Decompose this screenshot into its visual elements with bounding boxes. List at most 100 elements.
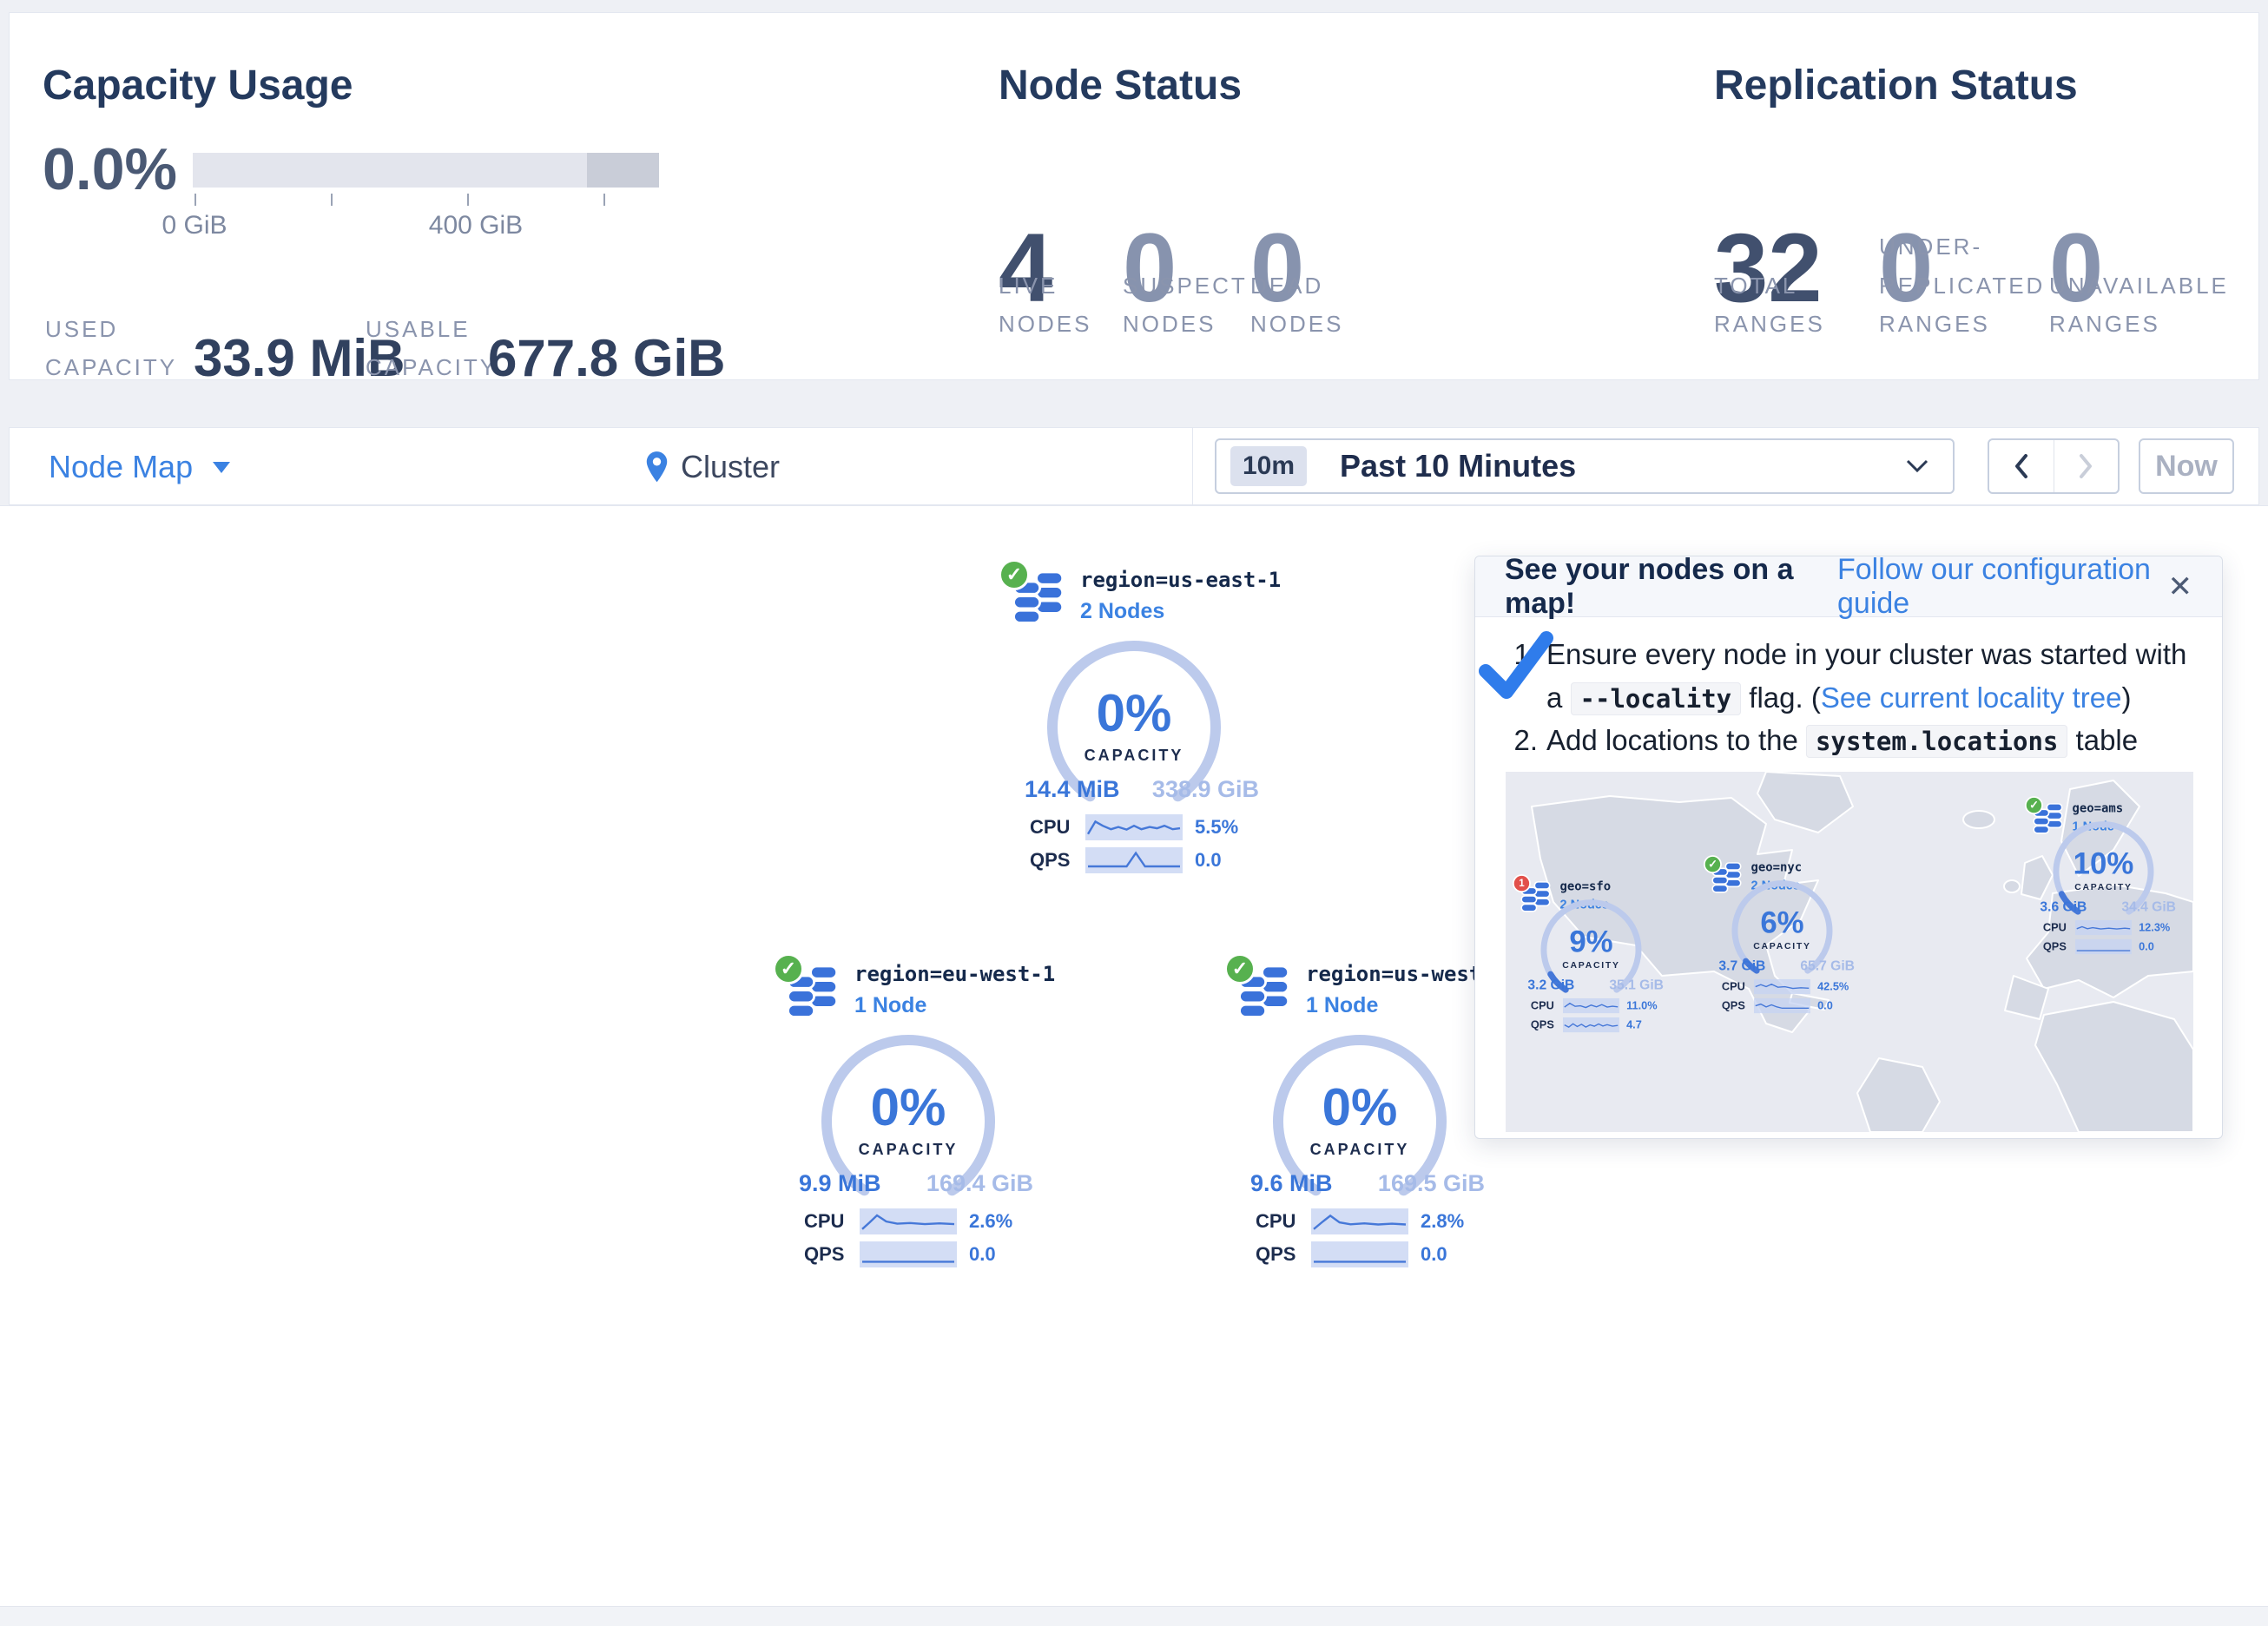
- region-node-card[interactable]: ✓ region=eu-west-1 1 Node 0% CAPACITY 9.…: [773, 951, 1120, 1281]
- breadcrumb-label: Cluster: [681, 449, 780, 485]
- region-node-card[interactable]: 1 geo=sfo 2 Nodes 9% CAPACITY 3.2 GiB 35…: [1513, 873, 1714, 1064]
- capacity-values: 3.7 GiB 65.7 GiB: [1718, 958, 1855, 973]
- qps-row: QPS 0.0: [804, 1241, 996, 1267]
- cpu-sparkline: [1563, 998, 1619, 1013]
- cpu-sparkline: [1311, 1208, 1408, 1234]
- used-value: 3.6 GiB: [2040, 899, 2087, 914]
- qps-label: QPS: [1030, 849, 1073, 872]
- capacity-values: 9.9 MiB 169.4 GiB: [799, 1170, 1033, 1197]
- qps-sparkline: [2075, 939, 2132, 954]
- cpu-row: CPU 11.0%: [1531, 998, 1658, 1013]
- popup-header: See your nodes on a map! Follow our conf…: [1475, 556, 2222, 617]
- qps-row: QPS 0.0: [2043, 939, 2154, 954]
- qps-sparkline: [860, 1241, 957, 1267]
- cpu-value: 12.3%: [2139, 921, 2170, 934]
- capacity-label: CAPACITY: [804, 1141, 1012, 1159]
- capacity-usage-title: Capacity Usage: [43, 62, 353, 109]
- axis-tick-label: 0 GiB: [125, 211, 264, 240]
- usable-value: 35.1 GiB: [1609, 977, 1664, 992]
- time-range-badge: 10m: [1230, 446, 1307, 486]
- close-icon[interactable]: ✕: [2168, 569, 2193, 604]
- cpu-label: CPU: [1722, 980, 1747, 993]
- node-locality-label: geo=sfo: [1560, 879, 1612, 893]
- qps-sparkline: [1085, 847, 1183, 873]
- cpu-value: 5.5%: [1195, 816, 1238, 839]
- cpu-sparkline: [860, 1208, 957, 1234]
- node-count-link[interactable]: 2 Nodes: [1080, 599, 1164, 624]
- qps-value: 0.0: [1421, 1243, 1447, 1266]
- node-locality-label: region=us-east-1: [1080, 568, 1281, 592]
- cpu-value: 11.0%: [1626, 999, 1657, 1012]
- under-replicated-label: UNDER-REPLICATED RANGES: [1879, 227, 2040, 343]
- cpu-label: CPU: [804, 1210, 847, 1233]
- view-selector-label: Node Map: [49, 449, 193, 485]
- cpu-value: 2.8%: [1421, 1210, 1464, 1233]
- capacity-values: 3.6 GiB 34.4 GiB: [2040, 899, 2176, 914]
- cpu-label: CPU: [2043, 921, 2068, 934]
- qps-row: QPS 0.0: [1256, 1241, 1447, 1267]
- cpu-sparkline: [1085, 814, 1183, 840]
- cpu-label: CPU: [1030, 816, 1073, 839]
- node-count-link[interactable]: 1 Node: [854, 993, 926, 1018]
- chevron-left-icon: [2013, 453, 2030, 479]
- region-node-card[interactable]: ✓ geo=nyc 2 Nodes 6% CAPACITY 3.7 GiB 65…: [1704, 854, 1905, 1045]
- capacity-values: 14.4 MiB 338.9 GiB: [1025, 776, 1259, 803]
- node-status-title: Node Status: [999, 62, 1242, 109]
- capacity-label: CAPACITY: [2043, 882, 2164, 892]
- used-value: 9.6 MiB: [1250, 1170, 1333, 1197]
- used-value: 3.2 GiB: [1527, 977, 1574, 992]
- map-toolbar: Node Map Cluster 10m Past 10 Minutes Now: [9, 427, 2259, 505]
- time-range-dropdown[interactable]: 10m Past 10 Minutes: [1215, 438, 1955, 494]
- step-text: Ensure every node in your cluster was st…: [1546, 633, 2192, 719]
- used-value: 9.9 MiB: [799, 1170, 881, 1197]
- code-chip: --locality: [1571, 682, 1742, 715]
- qps-row: QPS 0.0: [1030, 847, 1222, 873]
- map-pin-icon: [645, 451, 669, 484]
- cpu-row: CPU 2.6%: [804, 1208, 1012, 1234]
- node-status-badge: 1: [1513, 874, 1531, 892]
- capacity-percent: 0%: [1256, 1082, 1464, 1134]
- axis-tick: [467, 194, 469, 206]
- used-value: 3.7 GiB: [1718, 958, 1765, 973]
- qps-value: 0.0: [1195, 849, 1222, 872]
- usable-capacity-value: 677.8 GiB: [488, 332, 726, 385]
- capacity-values: 9.6 MiB 169.5 GiB: [1250, 1170, 1485, 1197]
- node-status-badge: ✓: [1704, 855, 1722, 873]
- toolbar-divider: [1192, 428, 1193, 504]
- region-node-card[interactable]: ✓ geo=ams 1 Node 10% CAPACITY 3.6 GiB 34…: [2025, 795, 2226, 986]
- node-status-badge: ✓: [1224, 953, 1256, 984]
- time-prev-button[interactable]: [1989, 440, 2054, 492]
- qps-sparkline: [1563, 1017, 1619, 1032]
- qps-label: QPS: [1256, 1243, 1299, 1266]
- locality-tree-link[interactable]: See current locality tree: [1821, 681, 2122, 714]
- now-button[interactable]: Now: [2139, 438, 2234, 494]
- breadcrumb[interactable]: Cluster: [645, 428, 780, 506]
- capacity-used-percent: 0.0%: [43, 140, 177, 199]
- cpu-row: CPU 42.5%: [1722, 979, 1849, 994]
- capacity-bar-segment: [587, 153, 659, 188]
- time-next-button[interactable]: [2054, 440, 2119, 492]
- capacity-label: CAPACITY: [1722, 941, 1843, 951]
- node-locality-label: region=eu-west-1: [854, 962, 1055, 986]
- replication-status-title: Replication Status: [1714, 62, 2078, 109]
- qps-label: QPS: [1531, 1018, 1556, 1031]
- suspect-nodes-label: SUSPECT NODES: [1123, 267, 1236, 343]
- view-selector-dropdown[interactable]: Node Map: [49, 428, 231, 506]
- capacity-percent: 10%: [2043, 848, 2164, 879]
- cpu-row: CPU 12.3%: [2043, 920, 2170, 935]
- node-count-link[interactable]: 1 Node: [1306, 993, 1378, 1018]
- qps-sparkline: [1311, 1241, 1408, 1267]
- capacity-values: 3.2 GiB 35.1 GiB: [1527, 977, 1664, 992]
- axis-tick: [603, 194, 605, 206]
- cpu-value: 42.5%: [1817, 980, 1849, 993]
- node-status-badge: ✓: [999, 559, 1030, 590]
- capacity-label: CAPACITY: [1256, 1141, 1464, 1159]
- axis-tick-label: 400 GiB: [406, 211, 545, 240]
- axis-tick: [331, 194, 333, 206]
- configuration-guide-link[interactable]: Follow our configuration guide: [1837, 553, 2168, 621]
- usable-value: 65.7 GiB: [1800, 958, 1855, 973]
- caret-down-icon: [212, 461, 231, 474]
- qps-value: 0.0: [969, 1243, 996, 1266]
- region-node-card[interactable]: ✓ region=us-east-1 2 Nodes 0% CAPACITY 1…: [999, 557, 1346, 887]
- qps-label: QPS: [804, 1243, 847, 1266]
